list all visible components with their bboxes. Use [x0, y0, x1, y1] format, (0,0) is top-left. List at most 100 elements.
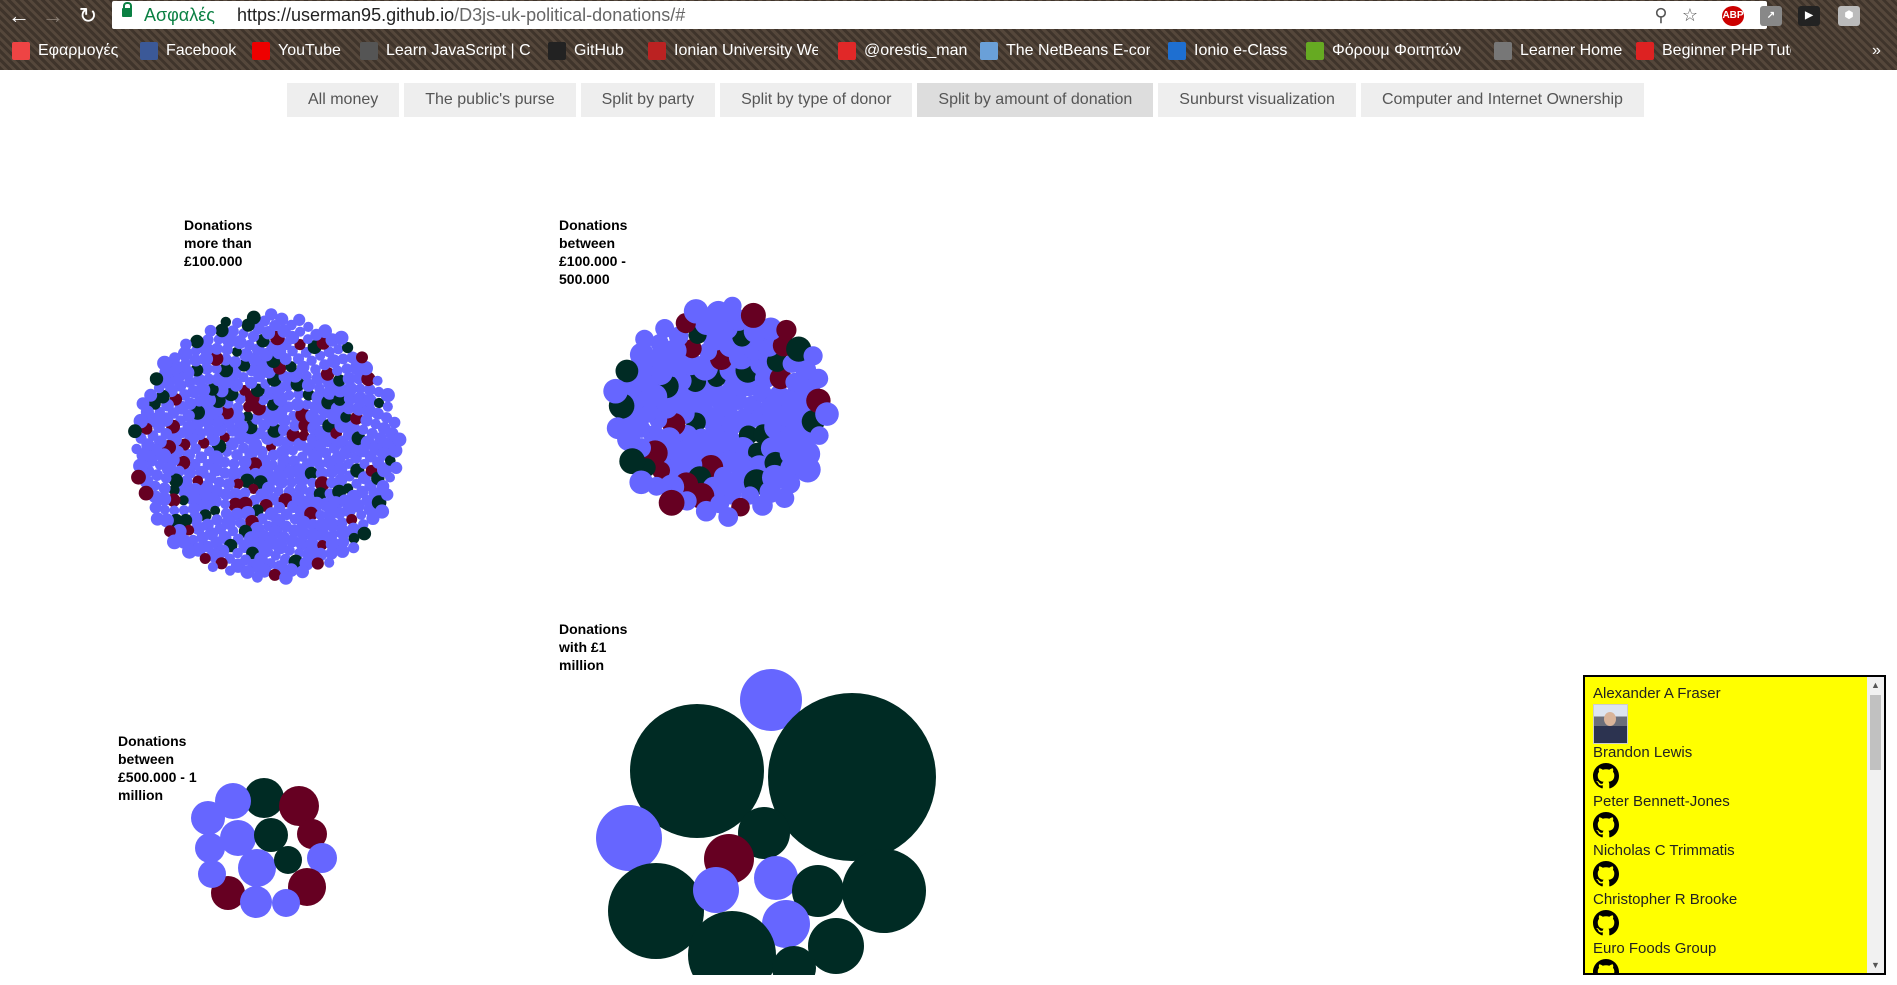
donation-bubble[interactable]: [157, 355, 173, 371]
donation-bubble[interactable]: [381, 488, 394, 501]
donation-bubble[interactable]: [693, 867, 739, 913]
donation-bubble[interactable]: [606, 417, 629, 440]
donation-bubble[interactable]: [754, 856, 798, 900]
donation-bubble[interactable]: [149, 501, 162, 514]
donation-bubble[interactable]: [385, 472, 395, 483]
donation-bubble[interactable]: [810, 426, 829, 445]
donation-bubble[interactable]: [274, 846, 302, 874]
donation-bubble[interactable]: [225, 565, 236, 576]
donation-bubble[interactable]: [619, 448, 646, 475]
donation-bubble[interactable]: [382, 401, 393, 412]
donation-bubble[interactable]: [293, 313, 306, 326]
donation-bubble[interactable]: [334, 330, 349, 345]
donation-bubble[interactable]: [204, 324, 217, 337]
donation-bubble[interactable]: [388, 416, 401, 429]
donation-bubble[interactable]: [198, 860, 226, 888]
donation-bubble[interactable]: [307, 843, 337, 873]
donation-bubble[interactable]: [279, 571, 293, 585]
scroll-thumb[interactable]: [1870, 695, 1881, 770]
donation-bubble[interactable]: [195, 833, 225, 863]
donation-bubble[interactable]: [815, 402, 839, 426]
donation-bubble[interactable]: [238, 849, 276, 887]
donation-bubble[interactable]: [372, 375, 383, 386]
scroll-up-icon[interactable]: ▲: [1867, 677, 1884, 693]
donation-bubble[interactable]: [635, 329, 654, 349]
donation-bubble[interactable]: [803, 346, 823, 366]
donation-bubble[interactable]: [265, 308, 278, 321]
donation-bubble[interactable]: [178, 505, 190, 516]
github-icon: [1593, 910, 1619, 936]
donation-bubble[interactable]: [774, 488, 795, 509]
donation-bubble[interactable]: [207, 561, 218, 573]
donation-bubble[interactable]: [246, 310, 261, 325]
donation-bubble[interactable]: [136, 397, 150, 411]
donation-bubble[interactable]: [318, 324, 332, 339]
donation-bubble[interactable]: [356, 351, 368, 364]
donor-name: Brandon Lewis: [1593, 744, 1693, 761]
scroll-down-icon[interactable]: ▼: [1867, 957, 1884, 973]
donation-bubble[interactable]: [254, 818, 288, 852]
donation-bubble[interactable]: [596, 805, 662, 871]
donation-bubble[interactable]: [808, 918, 864, 974]
donation-bubble[interactable]: [808, 368, 829, 389]
panel-scrollbar[interactable]: ▲ ▼: [1867, 677, 1884, 973]
donation-bubble[interactable]: [191, 801, 225, 835]
github-icon: [1593, 763, 1619, 789]
donation-bubble[interactable]: [210, 505, 221, 516]
donation-bubble[interactable]: [324, 557, 335, 568]
donation-bubble[interactable]: [138, 485, 154, 501]
donation-bubble[interactable]: [740, 302, 766, 328]
donor-name: Euro Foods Group: [1593, 940, 1717, 957]
donation-bubble[interactable]: [220, 316, 231, 328]
donation-bubble[interactable]: [723, 296, 742, 316]
donation-bubble[interactable]: [199, 553, 211, 564]
donation-bubble[interactable]: [296, 565, 309, 579]
donation-bubble[interactable]: [303, 321, 314, 332]
donor-list: Alexander A Fraser Brandon Lewis Peter Ben…: [1593, 685, 1863, 973]
donation-bubble[interactable]: [655, 319, 675, 338]
donation-bubble[interactable]: [615, 359, 639, 383]
donation-bubble[interactable]: [167, 534, 182, 550]
github-icon: [1593, 959, 1619, 973]
donation-bubble[interactable]: [357, 526, 372, 541]
donation-bubble[interactable]: [149, 372, 164, 386]
donation-bubble[interactable]: [776, 319, 797, 341]
donation-bubble[interactable]: [268, 568, 281, 581]
donation-bubble[interactable]: [325, 547, 338, 560]
donation-bubble[interactable]: [131, 469, 146, 485]
donation-bubble[interactable]: [150, 512, 165, 526]
donation-bubble[interactable]: [128, 424, 142, 439]
donation-bubble[interactable]: [131, 443, 142, 455]
donor-panel[interactable]: Alexander A Fraser Brandon Lewis Peter Ben…: [1583, 675, 1886, 975]
donation-bubble[interactable]: [190, 334, 204, 349]
donor-name: Alexander A Fraser: [1593, 685, 1721, 702]
donation-bubble[interactable]: [392, 432, 407, 447]
donation-bubble[interactable]: [180, 338, 192, 351]
donation-bubble[interactable]: [695, 500, 717, 522]
donation-bubble[interactable]: [683, 299, 709, 324]
donation-bubble[interactable]: [374, 504, 390, 519]
donation-bubble[interactable]: [390, 461, 403, 474]
donation-bubble[interactable]: [718, 507, 739, 527]
donor-name: Christopher R Brooke: [1593, 891, 1738, 908]
donation-bubble[interactable]: [842, 849, 926, 933]
donation-bubble[interactable]: [629, 470, 653, 495]
donation-bubble[interactable]: [311, 557, 324, 570]
donation-bubble[interactable]: [272, 889, 300, 917]
donation-bubble[interactable]: [794, 456, 821, 483]
donation-bubble[interactable]: [283, 390, 295, 401]
donation-bubble[interactable]: [348, 542, 360, 554]
donation-bubble[interactable]: [169, 505, 180, 516]
donation-bubble[interactable]: [768, 693, 936, 861]
donation-bubble[interactable]: [603, 378, 628, 404]
donation-bubble[interactable]: [658, 489, 685, 516]
donation-bubble[interactable]: [752, 495, 773, 516]
donation-bubble[interactable]: [335, 544, 350, 558]
donation-bubble[interactable]: [240, 886, 272, 918]
donation-bubble[interactable]: [232, 402, 244, 414]
donation-bubble[interactable]: [182, 543, 197, 559]
donation-bubble[interactable]: [355, 383, 366, 394]
donation-bubble[interactable]: [232, 317, 243, 329]
donation-bubble[interactable]: [252, 571, 263, 583]
donation-bubble[interactable]: [380, 388, 395, 403]
